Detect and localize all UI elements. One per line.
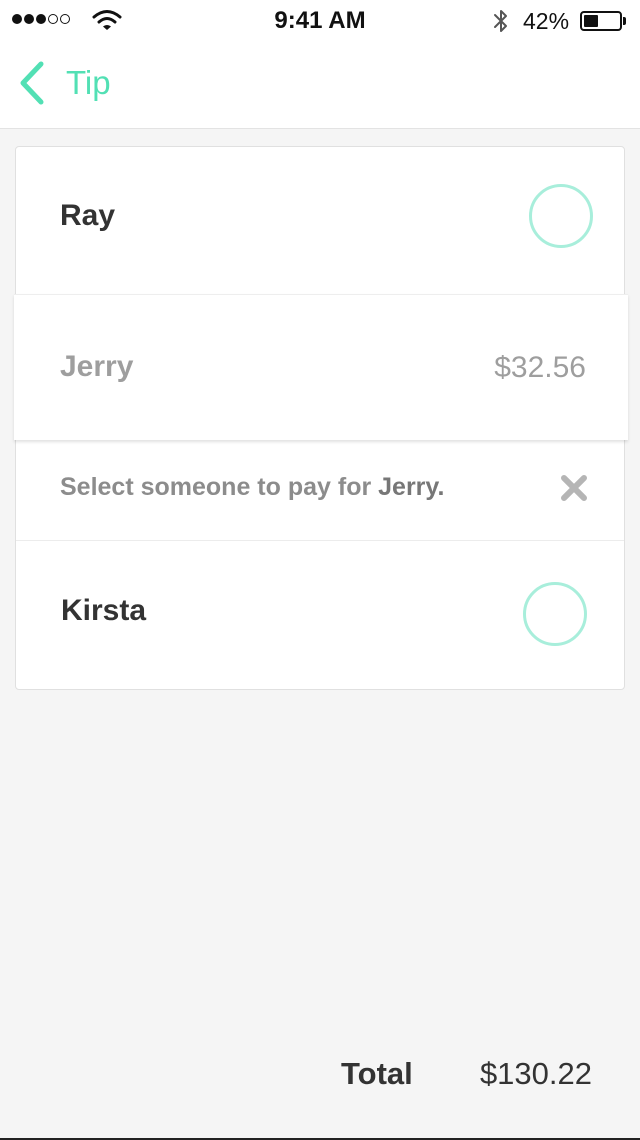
- prompt-text: Select someone to pay for Jerry.: [60, 473, 444, 502]
- nav-title: Tip: [66, 64, 111, 101]
- total-label: Total: [341, 1056, 413, 1091]
- person-name: Kirsta: [61, 594, 147, 627]
- nav-bar: Tip: [0, 40, 640, 129]
- select-payer-prompt: Select someone to pay for Jerry.: [16, 440, 624, 541]
- person-row-kirsta[interactable]: Kirsta: [16, 542, 624, 689]
- battery-percentage: 42%: [523, 8, 570, 34]
- prompt-text-lead: Select someone to pay for: [60, 473, 379, 501]
- battery-nub: [623, 17, 626, 25]
- battery-fill: [584, 15, 598, 27]
- battery-icon: [580, 11, 622, 31]
- back-button[interactable]: Tip: [16, 58, 111, 108]
- status-bar: 9:41 AM 42%: [0, 0, 640, 40]
- total-value: $130.22: [479, 1056, 592, 1091]
- chevron-left-icon: [20, 61, 44, 105]
- person-name: Jerry: [60, 350, 134, 383]
- person-row-jerry[interactable]: Jerry $32.56: [14, 294, 628, 440]
- bluetooth-icon: [494, 10, 507, 32]
- prompt-text-name: Jerry.: [378, 473, 445, 501]
- select-circle-kirsta[interactable]: [523, 582, 587, 646]
- person-name: Ray: [60, 199, 116, 232]
- person-row-ray[interactable]: Ray: [16, 147, 624, 294]
- close-x-icon[interactable]: [557, 471, 591, 505]
- person-amount: $32.56: [494, 351, 586, 384]
- select-circle-ray[interactable]: [529, 184, 593, 248]
- payer-card: Ray Jerry $32.56 Select someone to pay f…: [14, 146, 628, 690]
